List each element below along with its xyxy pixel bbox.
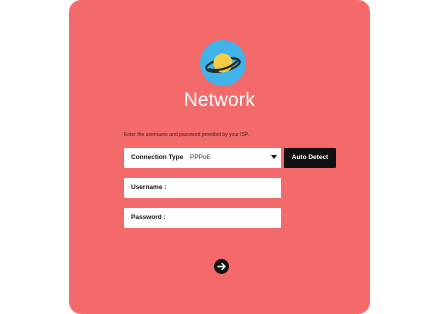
connection-type-label: Connection Type (131, 154, 184, 161)
username-label: Username : (131, 184, 167, 191)
connection-type-value: PPPoE (190, 154, 211, 161)
connection-type-select[interactable]: Connection Type PPPoE (124, 148, 281, 168)
arrow-right-icon (217, 262, 226, 271)
planet-icon (200, 40, 246, 86)
password-input[interactable] (182, 211, 274, 225)
chevron-down-icon[interactable] (271, 155, 277, 159)
network-setup-card: Network Enter the username and password … (69, 0, 370, 314)
password-label: Password : (131, 214, 166, 221)
next-button[interactable] (214, 259, 229, 274)
password-field[interactable]: Password : (124, 208, 281, 228)
username-input[interactable] (182, 181, 274, 195)
auto-detect-button[interactable]: Auto Detect (284, 148, 336, 168)
page-title: Network (183, 90, 256, 111)
username-field[interactable]: Username : (124, 178, 281, 198)
instructions-text: Enter the username and password provided… (124, 132, 249, 138)
